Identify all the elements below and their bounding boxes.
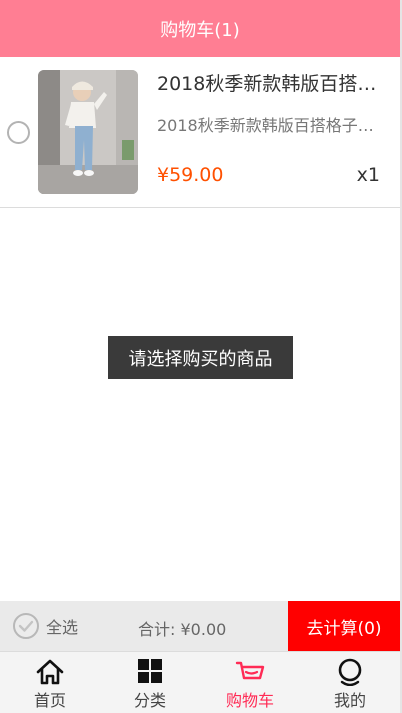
- user-icon: [338, 658, 362, 686]
- home-icon: [36, 659, 64, 685]
- total-amount: 合计: ¥0.00: [138, 616, 226, 640]
- total-value: ¥0.00: [180, 620, 227, 639]
- tab-mine[interactable]: 我的: [300, 652, 400, 713]
- page-title: 购物车(1): [160, 19, 240, 41]
- tab-mine-label: 我的: [333, 691, 366, 710]
- tab-category[interactable]: 分类: [100, 652, 200, 713]
- product-title[interactable]: 2018秋季新款韩版百搭格子背带裤女: [157, 69, 382, 96]
- product-photo-illustration: [38, 70, 138, 194]
- product-subtitle: 2018秋季新款韩版百搭格子背带裤女: [157, 116, 377, 135]
- checkout-bar: 全选 合计: ¥0.00 去计算(0): [0, 601, 400, 651]
- tab-home-label: 首页: [33, 691, 66, 710]
- checkout-button[interactable]: 去计算(0): [288, 601, 400, 651]
- tab-home[interactable]: 首页: [0, 652, 100, 713]
- page-header: 购物车(1): [0, 0, 400, 57]
- grid-icon: [138, 659, 162, 683]
- cart-item[interactable]: 2018秋季新款韩版百搭格子背带裤女 2018秋季新款韩版百搭格子背带裤女 ¥5…: [0, 57, 400, 208]
- total-label: 合计:: [138, 620, 176, 639]
- tab-category-label: 分类: [133, 691, 166, 710]
- toast-message: 请选择购买的商品: [108, 336, 293, 379]
- product-quantity: x1: [356, 164, 380, 186]
- toast-text: 请选择购买的商品: [128, 348, 273, 370]
- item-select-radio[interactable]: [7, 121, 30, 144]
- tab-cart-label: 购物车: [225, 691, 274, 710]
- check-circle-icon[interactable]: [12, 612, 40, 640]
- cart-page: 购物车(1) 2018秋季新款韩版百搭格子背带裤女 2018秋季新款韩版: [0, 0, 402, 713]
- tab-cart[interactable]: 购物车: [200, 652, 300, 713]
- product-price: ¥59.00: [157, 164, 224, 186]
- select-all-label: 全选: [46, 618, 79, 637]
- cart-icon: [235, 661, 265, 680]
- checkout-button-label: 去计算(0): [306, 618, 382, 639]
- bottom-tab-bar: 首页 分类 购物车 我的: [0, 651, 400, 713]
- product-image[interactable]: [38, 70, 138, 194]
- select-all-toggle[interactable]: 全选: [12, 612, 78, 640]
